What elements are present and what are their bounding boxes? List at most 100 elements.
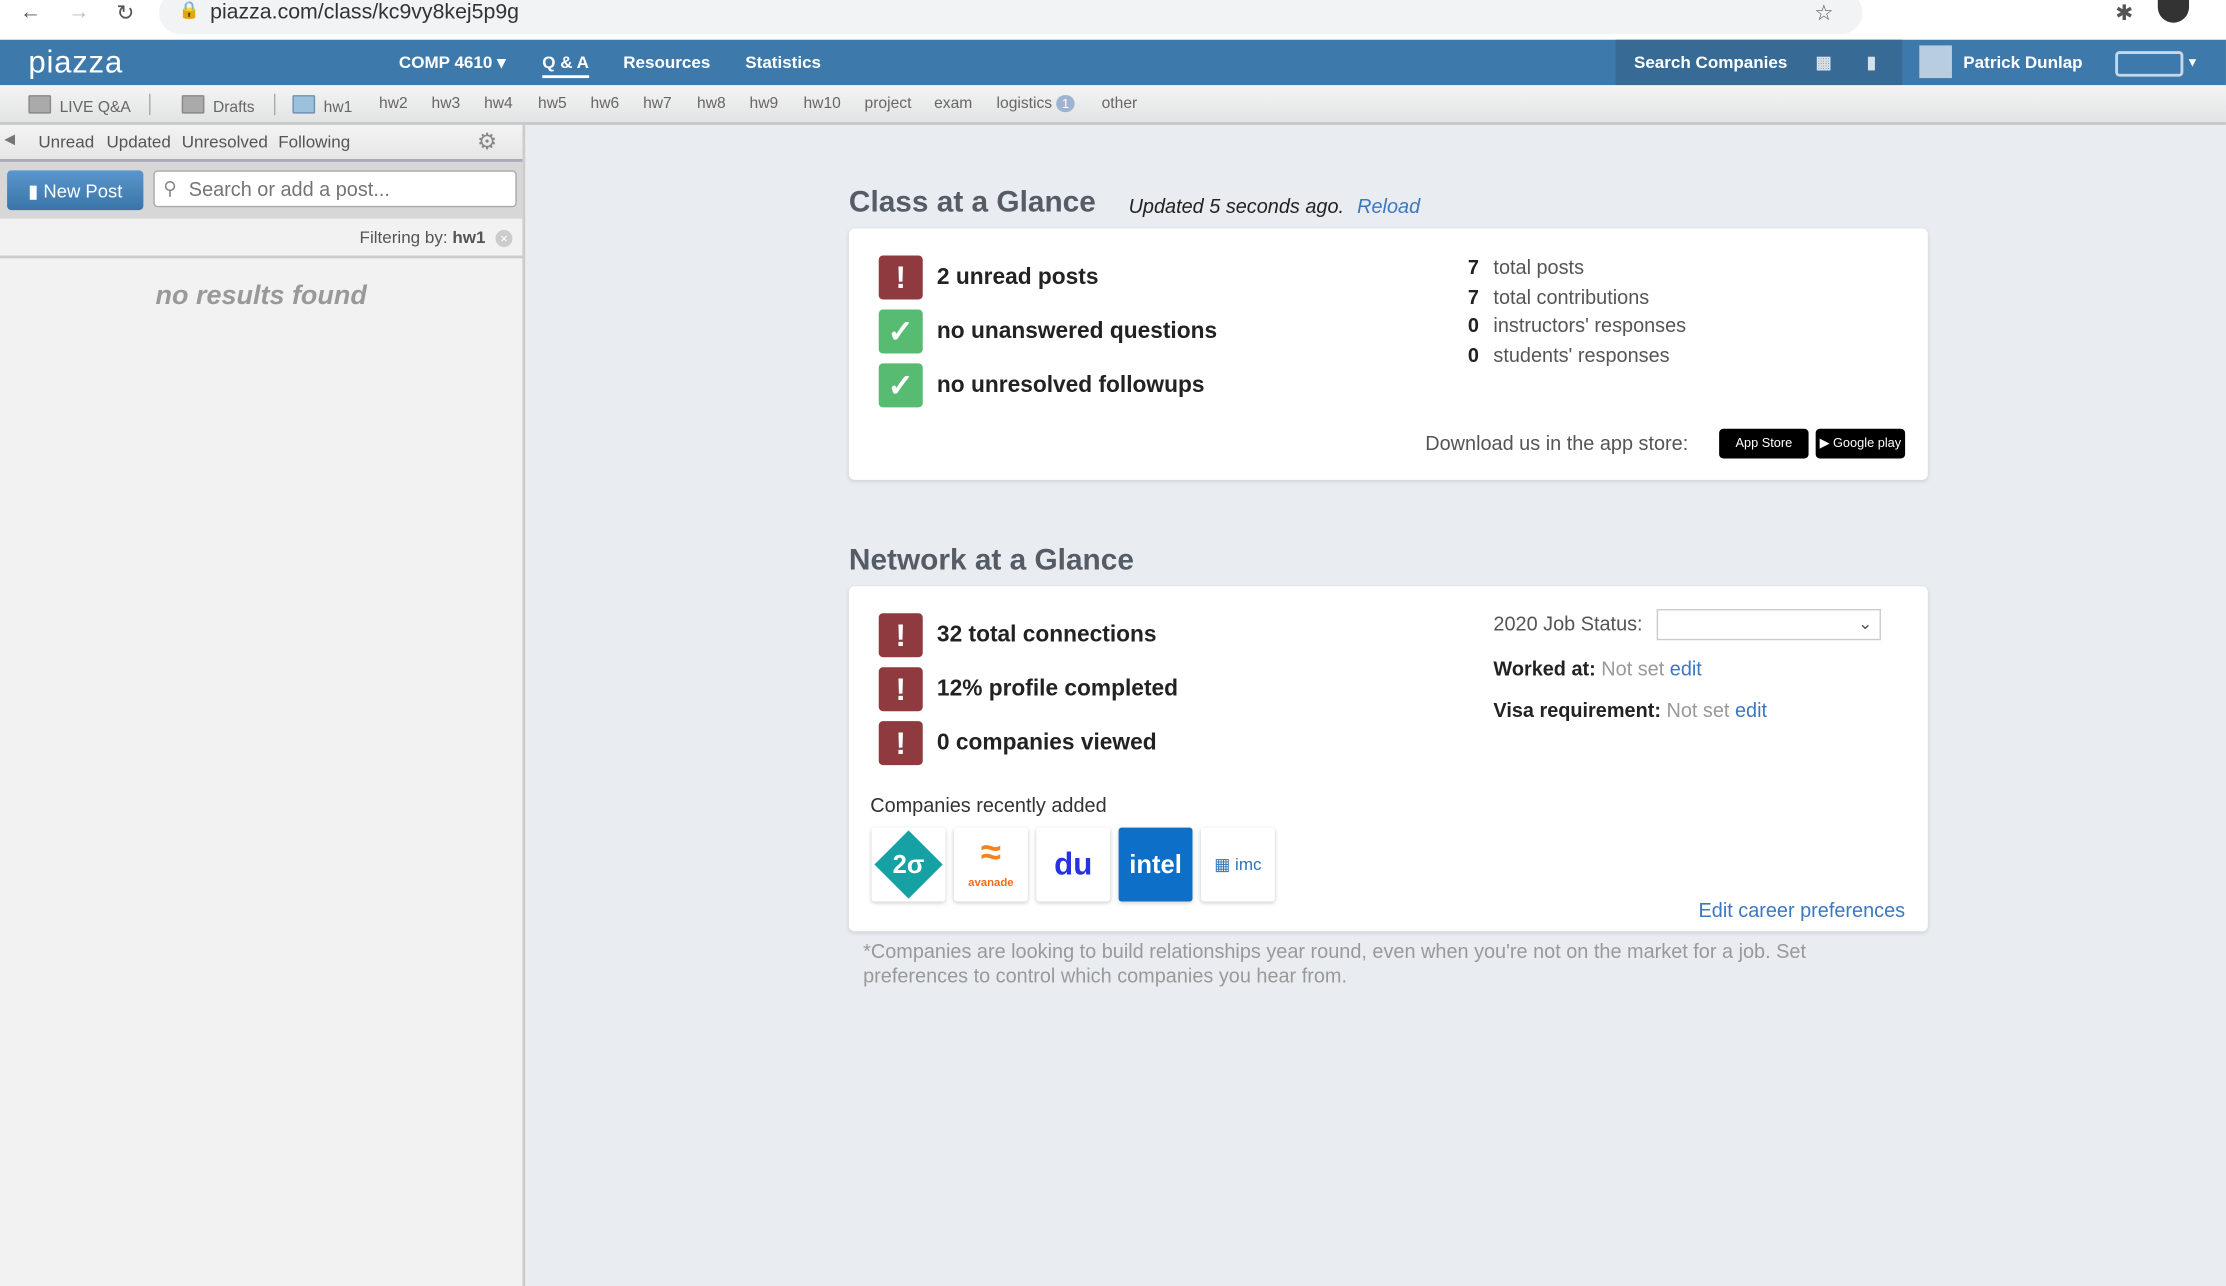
folder-icon — [292, 95, 316, 114]
post-sidebar: ◀ Unread Updated Unresolved Following ⚙ … — [0, 124, 526, 1286]
visa-value: Not set — [1666, 698, 1730, 722]
folder-bar: LIVE Q&A Drafts hw1 hw2 hw3 hw4 hw5 hw6 … — [0, 85, 2226, 125]
lock-icon: 🔒 — [178, 0, 201, 20]
unanswered-questions: no unanswered questions — [936, 319, 1218, 344]
filter-unread[interactable]: Unread — [38, 132, 94, 152]
search-input[interactable] — [153, 170, 517, 208]
folder-hw4[interactable]: hw4 — [484, 95, 513, 112]
network-glance-card: ! 32 total connections ! 12% profile com… — [848, 586, 1928, 932]
alert-icon: ! — [878, 667, 923, 712]
job-status-select[interactable]: ⌄ — [1656, 609, 1881, 641]
company-logo-baidu[interactable]: du — [1036, 827, 1111, 902]
filter-tabs: ◀ Unread Updated Unresolved Following ⚙ — [0, 124, 523, 159]
download-label: Download us in the app store: — [1425, 431, 1689, 455]
stat-value: 7 — [1467, 284, 1479, 308]
no-results-message: no results found — [155, 281, 367, 311]
network-glance-title: Network at a Glance — [848, 543, 1134, 577]
unresolved-followups: no unresolved followups — [936, 373, 1205, 398]
filtering-label: Filtering by: — [359, 227, 448, 248]
folder-hw9[interactable]: hw9 — [750, 95, 779, 112]
alert-icon: ! — [878, 721, 923, 766]
forward-icon[interactable]: → — [68, 0, 89, 24]
tab-statistics[interactable]: Statistics — [745, 53, 821, 73]
nav-right-group: Search Companies ▦ ▮ — [1615, 39, 1903, 86]
divider — [273, 93, 276, 115]
company-logo-intel[interactable]: intel — [1118, 827, 1193, 902]
worked-at-value: Not set — [1601, 657, 1665, 680]
folder-hw2[interactable]: hw2 — [379, 95, 408, 112]
check-icon: ✓ — [878, 309, 923, 354]
reload-link[interactable]: Reload — [1357, 194, 1420, 217]
stat-value: 7 — [1467, 255, 1479, 279]
total-connections: 32 total connections — [936, 623, 1157, 648]
folder-drafts[interactable]: Drafts — [181, 95, 255, 116]
tab-resources[interactable]: Resources — [623, 53, 710, 73]
folder-icon — [181, 95, 205, 114]
visa-label: Visa requirement: — [1493, 698, 1661, 722]
filter-updated[interactable]: Updated — [106, 132, 170, 152]
profile-avatar-icon[interactable] — [2157, 0, 2190, 23]
edit-visa-link[interactable]: edit — [1735, 698, 1767, 721]
chat-icon[interactable]: ▮ — [1867, 53, 1876, 73]
top-nav: piazza COMP 4610 ▾ Q & A Resources Stati… — [0, 39, 2226, 86]
url-text[interactable]: piazza.com/class/kc9vy8kej5p9g — [210, 0, 519, 24]
extensions-icon[interactable]: ✱ — [2115, 0, 2133, 25]
folder-hw5[interactable]: hw5 — [538, 95, 567, 112]
star-icon[interactable]: ☆ — [1814, 0, 1833, 25]
company-logo-imc[interactable]: ▦ imc — [1200, 827, 1275, 902]
sidebar-toolbar: ▮ New Post ⚲ — [0, 158, 523, 219]
folder-hw8[interactable]: hw8 — [697, 95, 726, 112]
folder-exam[interactable]: exam — [934, 95, 972, 112]
tab-qa[interactable]: Q & A — [542, 53, 589, 79]
google-play-badge[interactable]: ▶ Google play — [1815, 428, 1906, 459]
folder-logistics[interactable]: logistics 1 — [997, 95, 1075, 113]
class-stats: 7 total posts 7 total contributions 0 instr… — [1468, 253, 1686, 369]
clear-filter-icon[interactable]: × — [495, 229, 513, 248]
folder-hw1[interactable]: hw1 — [292, 95, 352, 116]
divider — [149, 93, 151, 115]
calendar-icon[interactable]: ▦ — [1816, 53, 1832, 73]
folder-hw7[interactable]: hw7 — [643, 95, 672, 112]
folder-other[interactable]: other — [1102, 95, 1138, 112]
app-store-badge[interactable]: App Store — [1719, 428, 1809, 459]
folder-hw3[interactable]: hw3 — [432, 95, 461, 112]
stat-label: instructors' responses — [1493, 313, 1687, 337]
folder-live-qa[interactable]: LIVE Q&A — [28, 95, 131, 116]
course-dropdown[interactable]: COMP 4610 ▾ — [399, 53, 506, 73]
updated-text: Updated 5 seconds ago. — [1128, 194, 1345, 218]
filtering-value: hw1 — [452, 227, 486, 248]
chevron-down-icon[interactable]: ▼ — [2186, 55, 2199, 69]
folder-hw6[interactable]: hw6 — [591, 95, 620, 112]
companies-viewed: 0 companies viewed — [936, 731, 1157, 756]
stat-value: 0 — [1467, 313, 1479, 337]
edit-worked-at-link[interactable]: edit — [1670, 657, 1702, 680]
stat-label: total posts — [1493, 255, 1585, 279]
piazza-logo[interactable]: piazza — [28, 44, 123, 81]
gear-icon[interactable]: ⚙ — [477, 128, 497, 156]
stat-value: 0 — [1467, 342, 1479, 366]
collapse-icon[interactable]: ◀ — [4, 132, 15, 148]
filter-unresolved[interactable]: Unresolved — [182, 132, 268, 152]
search-companies-link[interactable]: Search Companies — [1634, 53, 1787, 73]
company-logo-two-sigma[interactable]: 2σ — [871, 827, 946, 902]
folder-icon — [28, 95, 52, 114]
user-name[interactable]: Patrick Dunlap — [1963, 53, 2082, 73]
account-menu-button[interactable] — [2115, 51, 2184, 77]
class-glance-title: Class at a Glance — [848, 185, 1096, 219]
companies-label: Companies recently added — [870, 793, 1107, 817]
job-status-label: 2020 Job Status: — [1493, 611, 1643, 635]
edit-career-preferences-link[interactable]: Edit career preferences — [1699, 899, 1906, 922]
search-icon: ⚲ — [163, 177, 177, 199]
avatar[interactable] — [1919, 45, 1952, 79]
document-icon: ▮ — [28, 180, 44, 202]
new-post-button[interactable]: ▮ New Post — [7, 170, 144, 211]
browser-toolbar: ← → ↻ 🔒 piazza.com/class/kc9vy8kej5p9g ☆… — [0, 0, 2226, 40]
folder-project[interactable]: project — [865, 95, 912, 112]
filter-following[interactable]: Following — [278, 132, 350, 152]
worked-at-label: Worked at: — [1493, 657, 1596, 680]
folder-hw10[interactable]: hw10 — [803, 95, 840, 112]
class-glance-card: ! 2 unread posts ✓ no unanswered questio… — [848, 228, 1928, 480]
reload-icon[interactable]: ↻ — [116, 0, 134, 25]
back-icon[interactable]: ← — [20, 0, 41, 24]
company-logo-avanade[interactable]: ≈ avanade — [953, 827, 1028, 902]
